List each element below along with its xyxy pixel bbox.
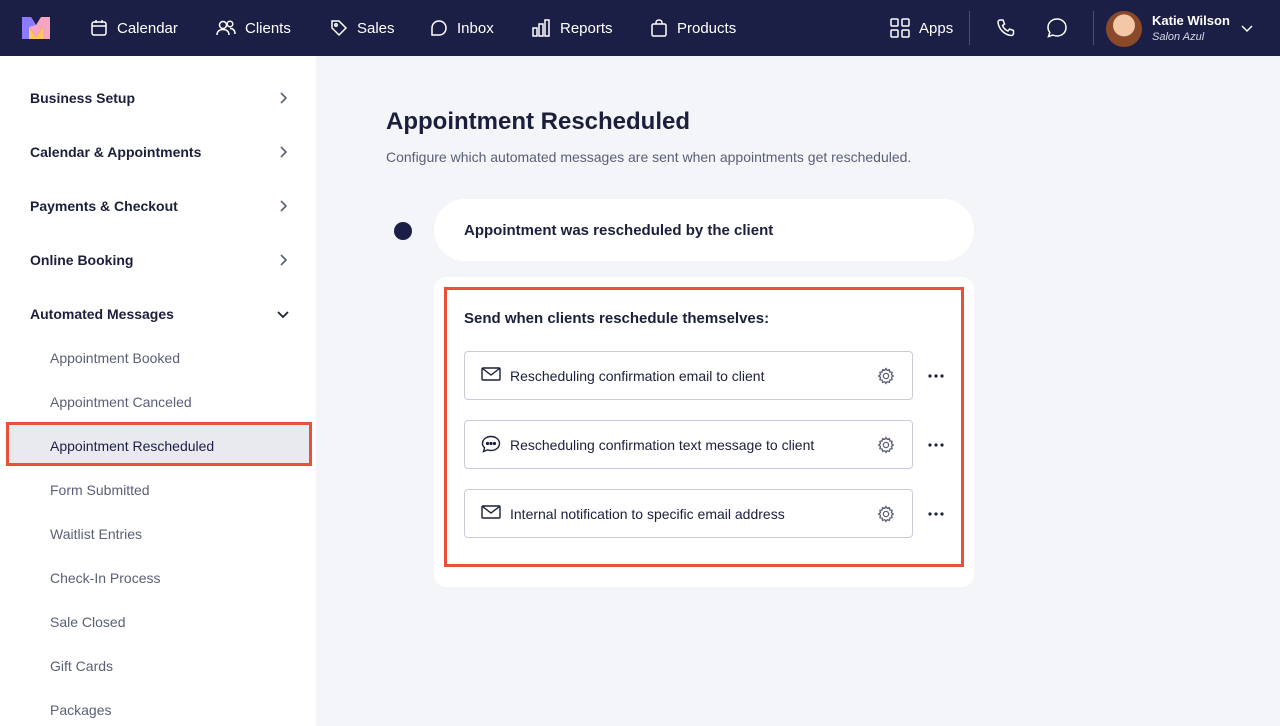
gear-icon[interactable] xyxy=(877,505,895,523)
sidebar-item-check-in-process[interactable]: Check-In Process xyxy=(50,570,160,586)
phone-button[interactable] xyxy=(994,16,1018,40)
nav-inbox[interactable]: Inbox xyxy=(429,0,494,56)
more-options-button[interactable] xyxy=(926,435,946,455)
phone-icon xyxy=(997,19,1015,37)
inbox-icon xyxy=(431,20,447,36)
more-horizontal-icon xyxy=(928,512,944,516)
sidebar-section-calendar-appointments[interactable]: Calendar & Appointments xyxy=(30,142,290,162)
sidebar-item-appointment-booked[interactable]: Appointment Booked xyxy=(50,350,180,366)
nav-divider xyxy=(1093,11,1094,45)
apps-grid-icon xyxy=(890,18,910,38)
page-title: Appointment Rescheduled xyxy=(386,108,691,135)
nav-clients[interactable]: Clients xyxy=(216,0,291,56)
card-heading: Send when clients reschedule themselves: xyxy=(464,310,770,327)
nav-reports[interactable]: Reports xyxy=(532,0,613,56)
trigger-label: Appointment was rescheduled by the clien… xyxy=(464,221,774,239)
avatar[interactable] xyxy=(1106,11,1142,47)
reports-icon xyxy=(532,19,550,37)
envelope-icon xyxy=(481,505,501,519)
gear-icon[interactable] xyxy=(877,436,895,454)
nav-reports-label: Reports xyxy=(560,19,613,37)
timeline-dot xyxy=(394,222,412,240)
sidebar-section-label: Payments & Checkout xyxy=(30,198,178,214)
chevron-right-icon xyxy=(280,254,288,266)
sidebar-item-sale-closed[interactable]: Sale Closed xyxy=(50,614,126,630)
chevron-down-icon xyxy=(277,311,289,319)
gear-icon[interactable] xyxy=(877,367,895,385)
more-horizontal-icon xyxy=(928,443,944,447)
sidebar-item-gift-cards[interactable]: Gift Cards xyxy=(50,658,113,674)
chevron-right-icon xyxy=(280,92,288,104)
nav-sales[interactable]: Sales xyxy=(330,0,395,56)
sidebar-section-payments-checkout[interactable]: Payments & Checkout xyxy=(30,196,290,216)
nav-divider xyxy=(969,11,970,45)
message-row-internal-email[interactable]: Internal notification to specific email … xyxy=(464,489,913,538)
message-row-text-client[interactable]: Rescheduling confirmation text message t… xyxy=(464,420,913,469)
trigger-pill: Appointment was rescheduled by the clien… xyxy=(434,199,974,261)
bag-icon xyxy=(651,19,667,37)
top-nav: Calendar Clients Sales Inbox Reports Pro… xyxy=(0,0,1280,56)
calendar-icon xyxy=(91,20,107,36)
page-description: Configure which automated messages are s… xyxy=(386,149,912,165)
chevron-down-icon[interactable] xyxy=(1239,20,1255,36)
sidebar-item-form-submitted[interactable]: Form Submitted xyxy=(50,482,150,498)
nav-calendar-label: Calendar xyxy=(117,19,178,37)
chat-bubble-icon xyxy=(481,435,501,453)
sidebar-section-label: Business Setup xyxy=(30,90,136,106)
sidebar-section-label: Online Booking xyxy=(30,252,134,268)
nav-clients-label: Clients xyxy=(245,19,291,37)
sidebar-item-appointment-rescheduled[interactable]: Appointment Rescheduled xyxy=(50,438,214,454)
message-row-email-client[interactable]: Rescheduling confirmation email to clien… xyxy=(464,351,913,400)
user-name[interactable]: Katie Wilson xyxy=(1152,13,1230,28)
chevron-right-icon xyxy=(280,200,288,212)
nav-calendar[interactable]: Calendar xyxy=(90,0,178,56)
user-salon: Salon Azul xyxy=(1152,31,1205,43)
sidebar-section-automated-messages[interactable]: Automated Messages xyxy=(30,304,290,324)
sidebar: Business Setup Calendar & Appointments P… xyxy=(0,56,316,726)
sidebar-item-packages[interactable]: Packages xyxy=(50,702,111,718)
sidebar-item-appointment-canceled[interactable]: Appointment Canceled xyxy=(50,394,192,410)
sidebar-section-business-setup[interactable]: Business Setup xyxy=(30,88,290,108)
nav-apps-label: Apps xyxy=(919,19,954,37)
sidebar-section-label: Automated Messages xyxy=(30,306,174,322)
chat-icon xyxy=(1047,18,1067,38)
clients-icon xyxy=(216,20,236,36)
envelope-icon xyxy=(481,367,501,381)
chevron-right-icon xyxy=(280,146,288,158)
logo-icon[interactable] xyxy=(22,17,50,39)
sidebar-section-online-booking[interactable]: Online Booking xyxy=(30,250,290,270)
message-label: Rescheduling confirmation text message t… xyxy=(510,437,815,453)
nav-products-label: Products xyxy=(677,19,737,37)
sidebar-section-label: Calendar & Appointments xyxy=(30,144,202,160)
sidebar-item-waitlist-entries[interactable]: Waitlist Entries xyxy=(50,526,142,542)
more-options-button[interactable] xyxy=(926,366,946,386)
message-label: Internal notification to specific email … xyxy=(510,506,785,522)
nav-apps[interactable]: Apps xyxy=(890,0,953,56)
message-label: Rescheduling confirmation email to clien… xyxy=(510,368,765,384)
nav-products[interactable]: Products xyxy=(650,0,736,56)
nav-sales-label: Sales xyxy=(357,19,395,37)
tag-icon xyxy=(331,20,348,37)
chat-button[interactable] xyxy=(1045,16,1069,40)
nav-inbox-label: Inbox xyxy=(457,19,494,37)
more-options-button[interactable] xyxy=(926,504,946,524)
more-horizontal-icon xyxy=(928,374,944,378)
